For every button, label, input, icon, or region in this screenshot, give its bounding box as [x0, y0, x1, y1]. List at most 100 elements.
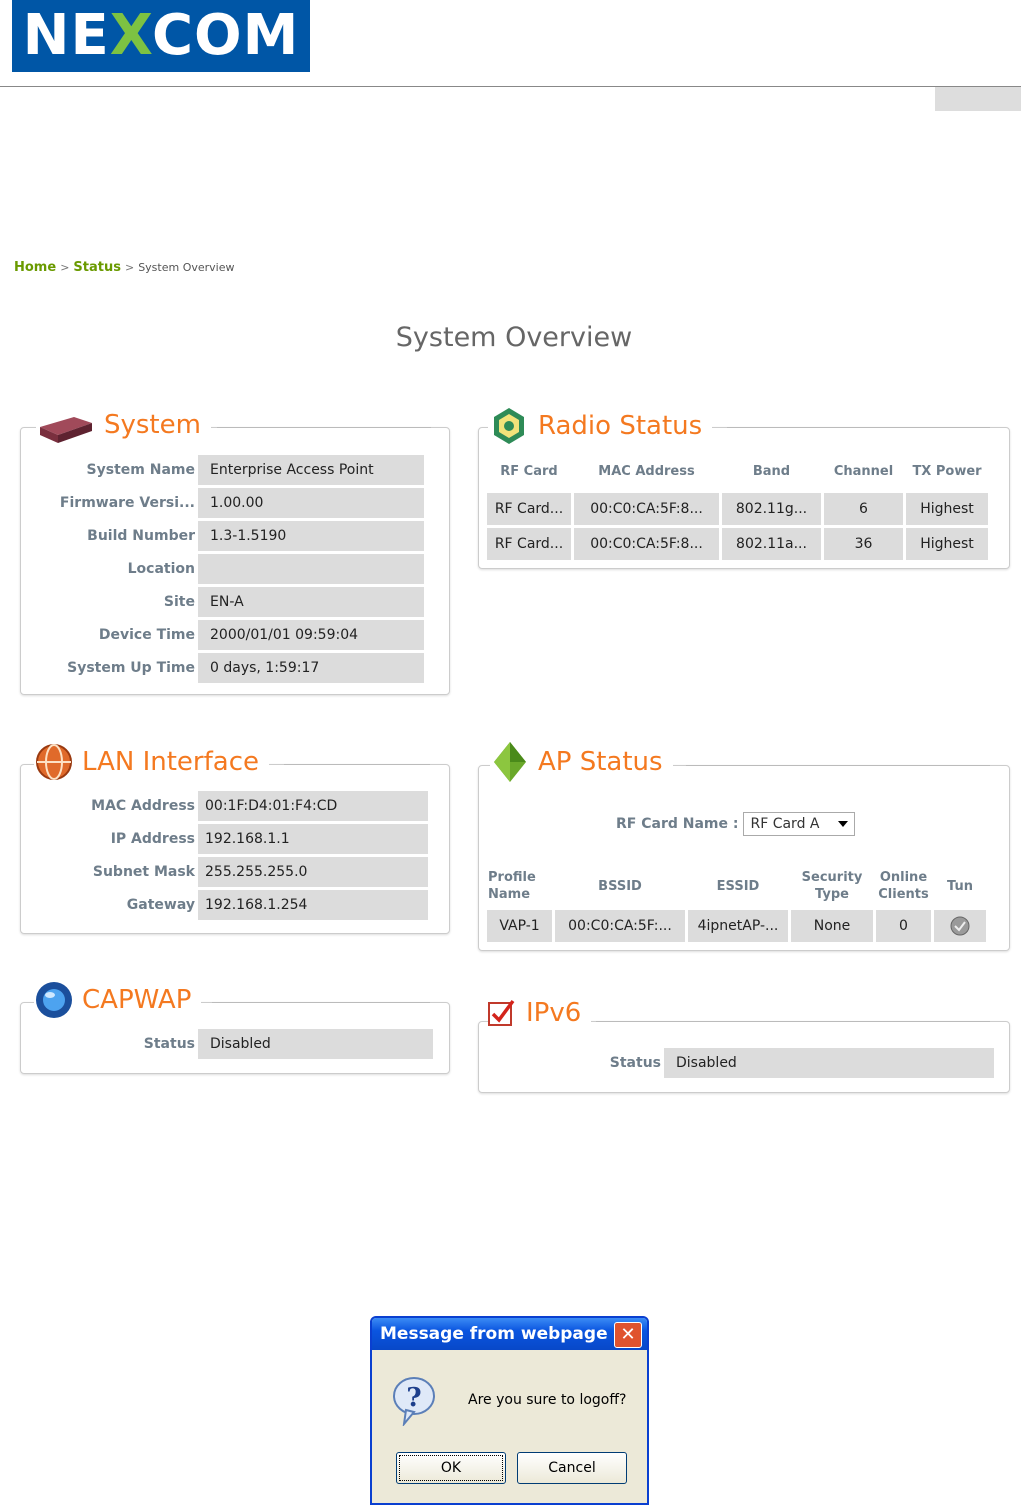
column-header: Profile Name: [488, 870, 536, 902]
field-label: Firmware Versi...: [59, 495, 195, 511]
field-label: Status: [143, 1036, 195, 1052]
field-value: Disabled: [198, 1029, 433, 1059]
svg-text:?: ?: [406, 1383, 421, 1413]
ap-status-panel-title: AP Status: [490, 740, 673, 784]
column-header: ESSID: [716, 878, 760, 894]
field-label: Site: [163, 594, 195, 610]
tunnel-status-icon: [950, 916, 970, 936]
field-label: Gateway: [126, 897, 195, 913]
field-label: Device Time: [98, 627, 195, 643]
radio-status-panel-title: Radio Status: [488, 405, 713, 447]
table-row: VAP-1 00:C0:CA:5F:... 4ipnetAP-... None …: [487, 910, 986, 942]
field-value: EN-A: [198, 587, 424, 617]
column-header: Tun: [947, 878, 973, 894]
field-label: Build Number: [87, 528, 195, 544]
table-cell: VAP-1: [487, 910, 552, 942]
ap-diamond-icon: [494, 742, 526, 782]
rf-card-selector: RF Card Name : RF Card A: [616, 812, 856, 836]
rf-card-select[interactable]: RF Card A: [743, 812, 856, 836]
breadcrumb-home-link[interactable]: Home: [14, 260, 56, 275]
title-rule: [284, 764, 430, 765]
lan-rows: MAC Address 00:1F:D4:01:F4:CD IP Address 1…: [22, 791, 428, 923]
table-cell: 36: [824, 528, 903, 560]
column-header: TX Power: [912, 463, 982, 479]
field-label: Subnet Mask: [92, 864, 195, 880]
breadcrumb-separator: >: [124, 261, 135, 274]
field-value: 1.00.00: [198, 488, 424, 518]
breadcrumb-status-link[interactable]: Status: [73, 260, 121, 275]
column-header: RF Card: [500, 463, 558, 479]
table-cell: 6: [824, 493, 903, 525]
field-label: System Up Time: [67, 660, 195, 676]
title-rule: [212, 1002, 430, 1003]
system-panel-title: System: [36, 405, 211, 445]
field-value: Enterprise Access Point: [198, 455, 424, 485]
lan-interface-panel-title: LAN Interface: [34, 742, 269, 782]
nexcom-logo: NEXCOM: [12, 0, 310, 72]
rf-card-select-value: RF Card A: [750, 816, 820, 832]
field-label: System Name: [86, 462, 195, 478]
logoff-dialog: Message from webpage ✕ ? Are you sure to…: [370, 1316, 649, 1505]
close-icon[interactable]: ✕: [614, 1322, 642, 1348]
table-cell[interactable]: [934, 910, 986, 942]
column-header: Online Clients: [878, 870, 929, 902]
field-label: Location: [127, 561, 195, 577]
title-rule: [727, 427, 990, 428]
field-value: [198, 554, 424, 584]
table-cell: RF Card...: [487, 493, 571, 525]
table-cell: None: [791, 910, 873, 942]
question-icon: ?: [393, 1377, 435, 1426]
field-label: IP Address: [110, 831, 195, 847]
table-row: RF Card... 00:C0:CA:5F:8... 802.11a... 3…: [487, 528, 988, 560]
title-rule: [217, 427, 431, 428]
field-label: MAC Address: [91, 798, 195, 814]
dialog-message: Are you sure to logoff?: [468, 1392, 627, 1408]
field-value: Disabled: [664, 1048, 994, 1078]
field-value: 192.168.1.1: [198, 824, 428, 854]
table-cell: 802.11g...: [722, 493, 821, 525]
breadcrumb: Home > Status > System Overview: [14, 260, 235, 275]
title-rule: [596, 1021, 990, 1022]
table-cell: Highest: [906, 493, 988, 525]
column-header: BSSID: [598, 878, 642, 894]
router-icon: [40, 417, 92, 443]
field-value: 192.168.1.254: [198, 890, 428, 920]
page-title: System Overview: [395, 322, 633, 353]
cancel-button[interactable]: Cancel: [517, 1452, 627, 1484]
field-value: 1.3-1.5190: [198, 521, 424, 551]
capwap-disc-icon: [36, 982, 72, 1018]
table-cell: 00:C0:CA:5F:...: [555, 910, 685, 942]
table-cell: 00:C0:CA:5F:8...: [574, 493, 719, 525]
dialog-titlebar[interactable]: Message from webpage ✕: [372, 1318, 647, 1350]
radio-icon: [494, 408, 524, 444]
ipv6-rows: Status Disabled: [480, 1048, 994, 1081]
table-cell: 4ipnetAP-...: [688, 910, 788, 942]
field-value: 00:1F:D4:01:F4:CD: [198, 791, 428, 821]
field-value: 0 days, 1:59:17: [198, 653, 424, 683]
checkbox-checked-icon: [488, 999, 515, 1026]
capwap-panel-title: CAPWAP: [34, 980, 202, 1020]
table-cell: Highest: [906, 528, 988, 560]
header-tab[interactable]: [935, 87, 1021, 111]
system-rows: System Name Enterprise Access Point Firmw…: [22, 455, 424, 686]
ok-button[interactable]: OK: [396, 1452, 506, 1484]
header-divider: [0, 86, 1021, 87]
column-header: MAC Address: [598, 463, 695, 479]
ipv6-panel-title: IPv6: [488, 998, 592, 1028]
ap-status-table: Profile Name BSSID ESSID Security Type O…: [484, 862, 989, 945]
table-cell: 0: [876, 910, 931, 942]
rf-card-name-label: RF Card Name :: [616, 816, 739, 832]
table-cell: 00:C0:CA:5F:8...: [574, 528, 719, 560]
field-value: 2000/01/01 09:59:04: [198, 620, 424, 650]
breadcrumb-separator: >: [60, 261, 70, 274]
table-cell: RF Card...: [487, 528, 571, 560]
globe-network-icon: [36, 744, 72, 780]
title-rule: [686, 765, 990, 766]
breadcrumb-current: System Overview: [138, 261, 235, 274]
chevron-down-icon: [838, 821, 849, 827]
radio-status-table: RF Card MAC Address Band Channel TX Powe…: [484, 449, 991, 563]
column-header: Channel: [833, 463, 894, 479]
capwap-rows: Status Disabled: [22, 1029, 433, 1062]
field-value: 255.255.255.0: [198, 857, 428, 887]
column-header: Security Type: [801, 870, 863, 902]
